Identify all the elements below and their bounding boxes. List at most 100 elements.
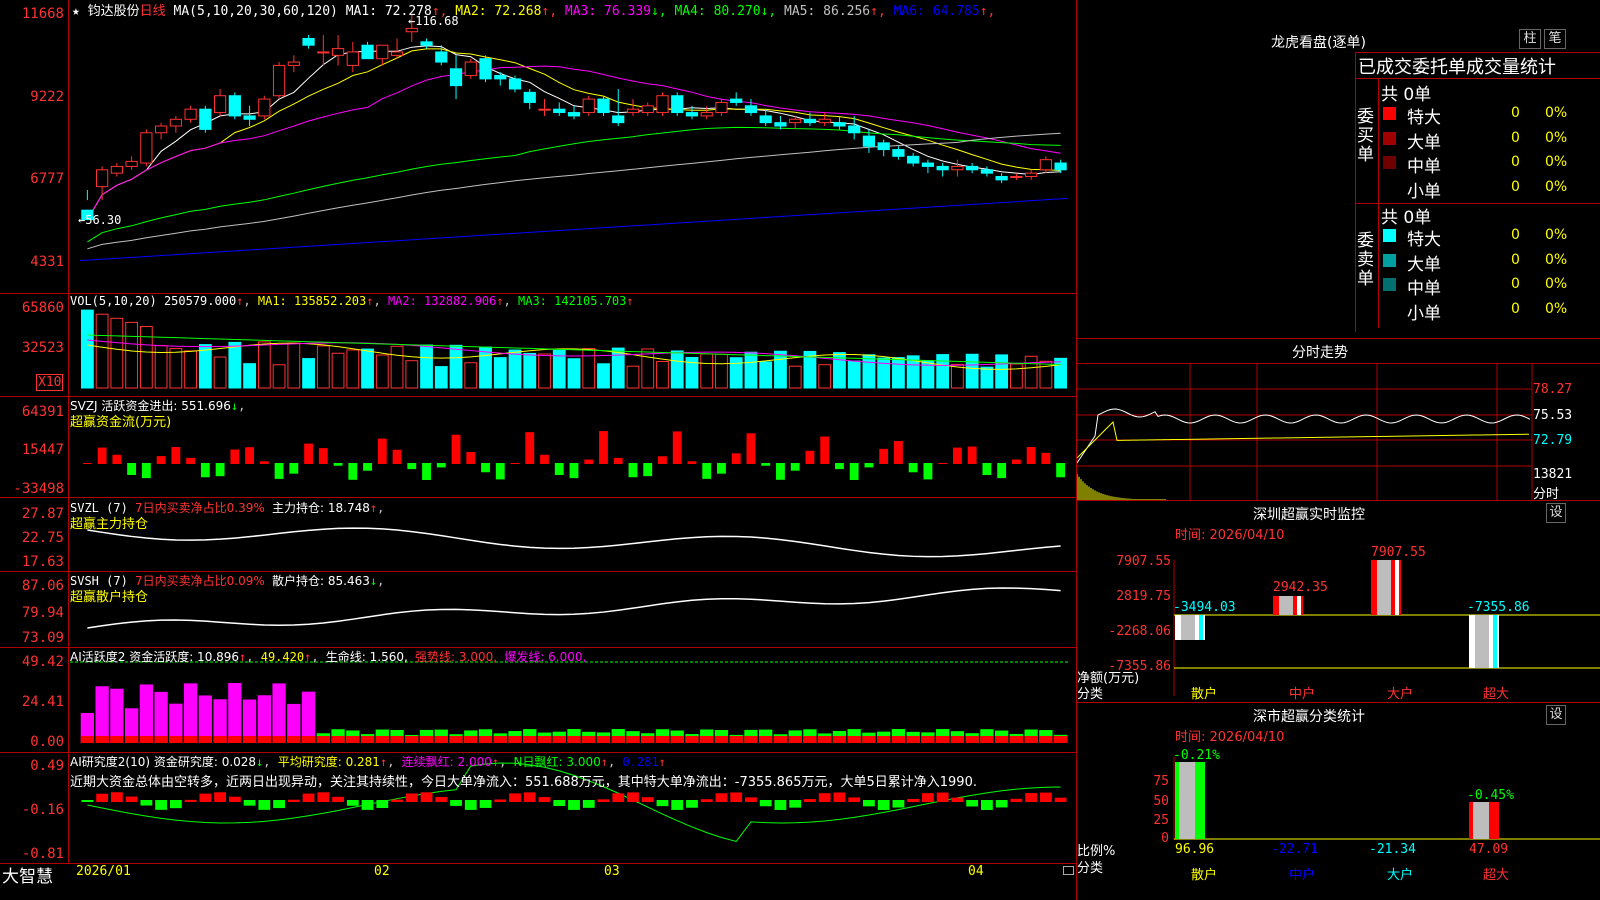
vol-tick: 32523	[21, 340, 64, 356]
candle-body	[376, 44, 389, 60]
volume-bar	[995, 354, 1009, 389]
cls-top-label: -0.45%	[1467, 788, 1514, 803]
volume-bar	[508, 349, 522, 389]
activity-base-bar	[921, 736, 935, 743]
ai-research-title: AI研究度2(10) 资金研究度: 0.028	[70, 755, 257, 769]
ai-research-comment: 近期大资金总体由空转多，近两日出现异动，关注其持续性，今日大单净流入：551.6…	[70, 775, 977, 790]
research-bar	[376, 800, 389, 809]
svsh-red-text: 7日内买卖净占比0.09%	[135, 574, 265, 588]
order-name: 大单	[1407, 254, 1441, 275]
lock-icon[interactable]	[1063, 866, 1074, 875]
x-label-apr: 04	[968, 864, 984, 879]
candle-body	[966, 165, 979, 171]
research-bar	[361, 800, 374, 810]
fund-flow-bar	[835, 463, 844, 470]
volume-bar	[1039, 360, 1053, 389]
research-bar	[922, 793, 934, 802]
activity-bar	[272, 683, 286, 743]
research-bar	[568, 800, 580, 810]
volume-bar	[788, 365, 802, 389]
research-bar	[804, 799, 816, 802]
fund-flow-bar	[156, 456, 166, 464]
candle-body	[936, 165, 949, 171]
research-bar	[287, 799, 300, 802]
fund-flow-bar	[731, 453, 741, 464]
x-label-mar: 03	[604, 864, 620, 879]
buy-label: 委买单	[1357, 107, 1374, 165]
candle-body	[759, 115, 772, 124]
research-bar	[700, 799, 713, 802]
candle-body	[155, 125, 168, 134]
fund-flow-bar	[304, 443, 313, 464]
fund-flow-bar	[967, 446, 977, 464]
fund-flow-bar	[127, 463, 137, 476]
research-bar	[582, 800, 595, 808]
sz-bar-stripe	[1199, 615, 1203, 640]
fund-flow-bar	[510, 462, 520, 464]
candle-body	[744, 105, 758, 114]
volume-bar	[331, 352, 345, 389]
research-bar	[730, 792, 743, 802]
sz-bar-stripe	[1493, 615, 1497, 668]
intraday-chart-svg[interactable]	[1077, 363, 1600, 500]
tick-view-button[interactable]: 笔	[1544, 29, 1566, 49]
research-bar	[479, 800, 492, 808]
candle-body	[228, 95, 241, 117]
activity-base-bar	[714, 736, 729, 743]
candle-body	[774, 122, 787, 127]
volume-bar	[980, 366, 994, 389]
volume-bar	[390, 345, 404, 389]
ai-active-title: AI活跃度2 资金活跃度: 10.896	[70, 650, 240, 664]
fund-flow-bar	[599, 431, 608, 464]
column-view-button[interactable]: 柱	[1519, 29, 1541, 49]
ai-research-avg: 平均研究度: 0.281	[277, 755, 380, 769]
svzl-subtitle: 超赢主力持仓	[70, 517, 149, 532]
fund-flow-bar	[348, 463, 358, 480]
order-color-swatch	[1383, 278, 1396, 291]
candle-body	[907, 155, 920, 164]
volume-bar	[862, 354, 876, 389]
fund-flow-bar	[761, 463, 771, 466]
activity-base-bar	[906, 736, 920, 743]
activity-base-bar	[965, 736, 979, 743]
volume-bar	[361, 348, 374, 389]
volume-bar	[316, 345, 330, 389]
candle-body	[848, 125, 861, 134]
stats-tabs[interactable]: 已成交委托单成交量统计	[1358, 53, 1556, 79]
activity-base-bar	[980, 736, 994, 743]
fund-flow-bar	[717, 463, 726, 474]
order-count: 0	[1511, 129, 1520, 146]
activity-base-bar	[169, 736, 183, 743]
research-bar	[936, 792, 949, 802]
research-bar	[627, 792, 639, 802]
low-mark: 56.30	[85, 213, 122, 227]
fund-flow-bar	[392, 449, 402, 464]
volume-bar	[877, 357, 891, 389]
activity-bar	[154, 691, 168, 743]
volume-bar	[169, 347, 183, 389]
activity-base-bar	[272, 736, 286, 743]
vol-ma3: MA3: 142105.703	[518, 294, 627, 308]
fund-flow-bar	[112, 454, 122, 464]
activity-base-bar	[626, 736, 640, 743]
ai-active-tick: 24.41	[21, 694, 64, 710]
research-bar	[745, 797, 757, 802]
fund-flow-bar	[525, 432, 535, 464]
fund-flow-bar	[186, 457, 196, 464]
fund-flow-bar	[1056, 463, 1066, 478]
research-bar	[391, 799, 403, 802]
activity-base-bar	[257, 736, 271, 743]
sz-bar-inner	[1279, 596, 1293, 615]
volume-bar	[965, 353, 979, 389]
fund-flow-bar	[1041, 452, 1051, 464]
order-pct: 0%	[1545, 251, 1568, 268]
activity-base-bar	[950, 736, 965, 743]
fund-flow-bar	[569, 463, 579, 479]
svsh-tick: 73.09	[21, 630, 64, 646]
research-bar	[597, 799, 610, 802]
cls-cat: 大户	[1387, 868, 1414, 883]
cls-value: 96.96	[1175, 842, 1215, 857]
candle-body	[597, 98, 610, 114]
order-pct: 0%	[1545, 276, 1568, 292]
fenshi-tick: 75.53	[1533, 408, 1573, 423]
